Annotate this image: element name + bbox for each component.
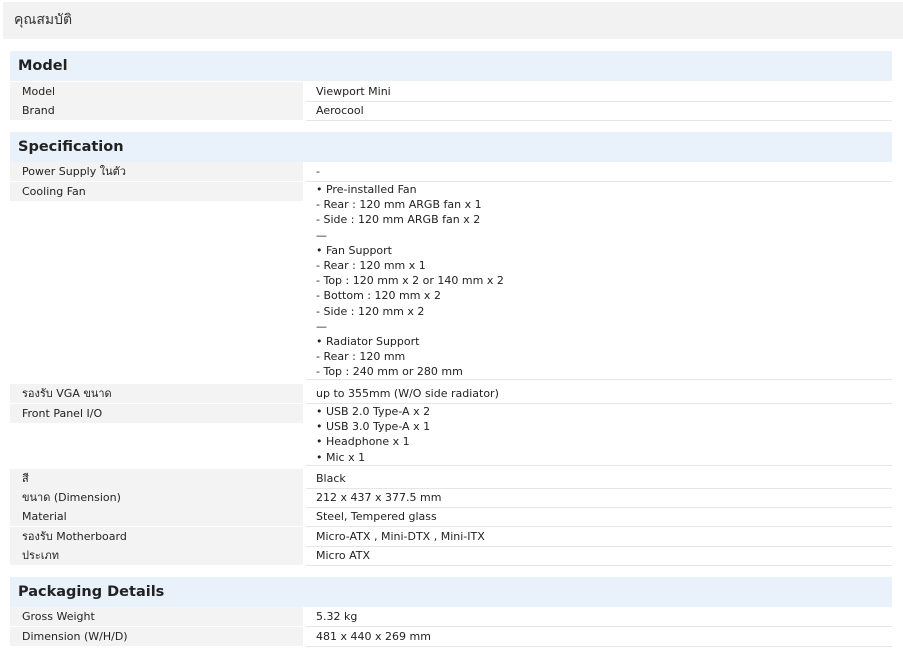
spec-value: Viewport Mini [306,82,892,102]
section-heading-packaging: Packaging Details [10,577,892,607]
spec-value: up to 355mm (W/O side radiator) [306,384,892,404]
spec-value-line: • USB 3.0 Type-A x 1 [316,420,431,434]
spec-value: 5.32 kg [306,607,892,627]
spec-label: Front Panel I/O [10,404,303,423]
spec-value: Black [306,469,892,489]
page-title: คุณสมบัติ [3,2,903,39]
spec-value: - [306,162,892,182]
spec-value-list: • Pre-installed Fan - Rear : 120 mm ARGB… [306,182,892,381]
spec-value: Steel, Tempered glass [306,507,892,527]
spec-label: Cooling Fan [10,182,303,201]
spec-value-list: • USB 2.0 Type-A x 2 • USB 3.0 Type-A x … [306,404,892,466]
spec-value-line: - Rear : 120 mm [316,350,406,364]
spec-label: ประเภท [10,546,303,565]
spec-value-line: - Bottom : 120 mm x 2 [316,289,441,303]
spec-label: Model [10,82,303,101]
spec-value-line: - Top : 120 mm x 2 or 140 mm x 2 [316,274,504,288]
spec-value-line: - Side : 120 mm ARGB fan x 2 [316,213,481,227]
spec-label: รองรับ Motherboard [10,527,303,546]
spec-label: Material [10,507,303,526]
spec-value-line: — [316,319,327,333]
spec-value-line: • USB 2.0 Type-A x 2 [316,405,431,418]
spec-label: Power Supply ในตัว [10,162,303,181]
spec-label: รองรับ VGA ขนาด [10,384,303,403]
section-heading-specification: Specification [10,132,892,162]
spec-value-line: • Fan Support [316,243,392,257]
spec-value-line: - Rear : 120 mm ARGB fan x 1 [316,198,482,212]
spec-label: ขนาด (Dimension) [10,488,303,507]
spec-value: Micro-ATX , Mini-DTX , Mini-ITX [306,527,892,547]
section-heading-model: Model [10,51,892,81]
spec-value: Micro ATX [306,546,892,566]
spec-value-line: - Rear : 120 mm x 1 [316,258,426,272]
spec-value-line: • Pre-installed Fan [316,183,417,196]
spec-label: สี [10,469,303,488]
spec-value-line: • Mic x 1 [316,450,366,464]
spec-value: Aerocool [306,101,892,121]
spec-value-line: — [316,228,327,242]
spec-label: Gross Weight [10,607,303,626]
spec-value: 212 x 437 x 377.5 mm [306,488,892,508]
spec-label: Brand [10,101,303,120]
spec-value-line: • Radiator Support [316,334,420,348]
spec-value-line: - Side : 120 mm x 2 [316,304,425,318]
spec-value-line: - Top : 240 mm or 280 mm [316,365,463,379]
spec-value: 481 x 440 x 269 mm [306,627,892,647]
spec-label: Dimension (W/H/D) [10,627,303,646]
spec-value-line: • Headphone x 1 [316,435,410,449]
